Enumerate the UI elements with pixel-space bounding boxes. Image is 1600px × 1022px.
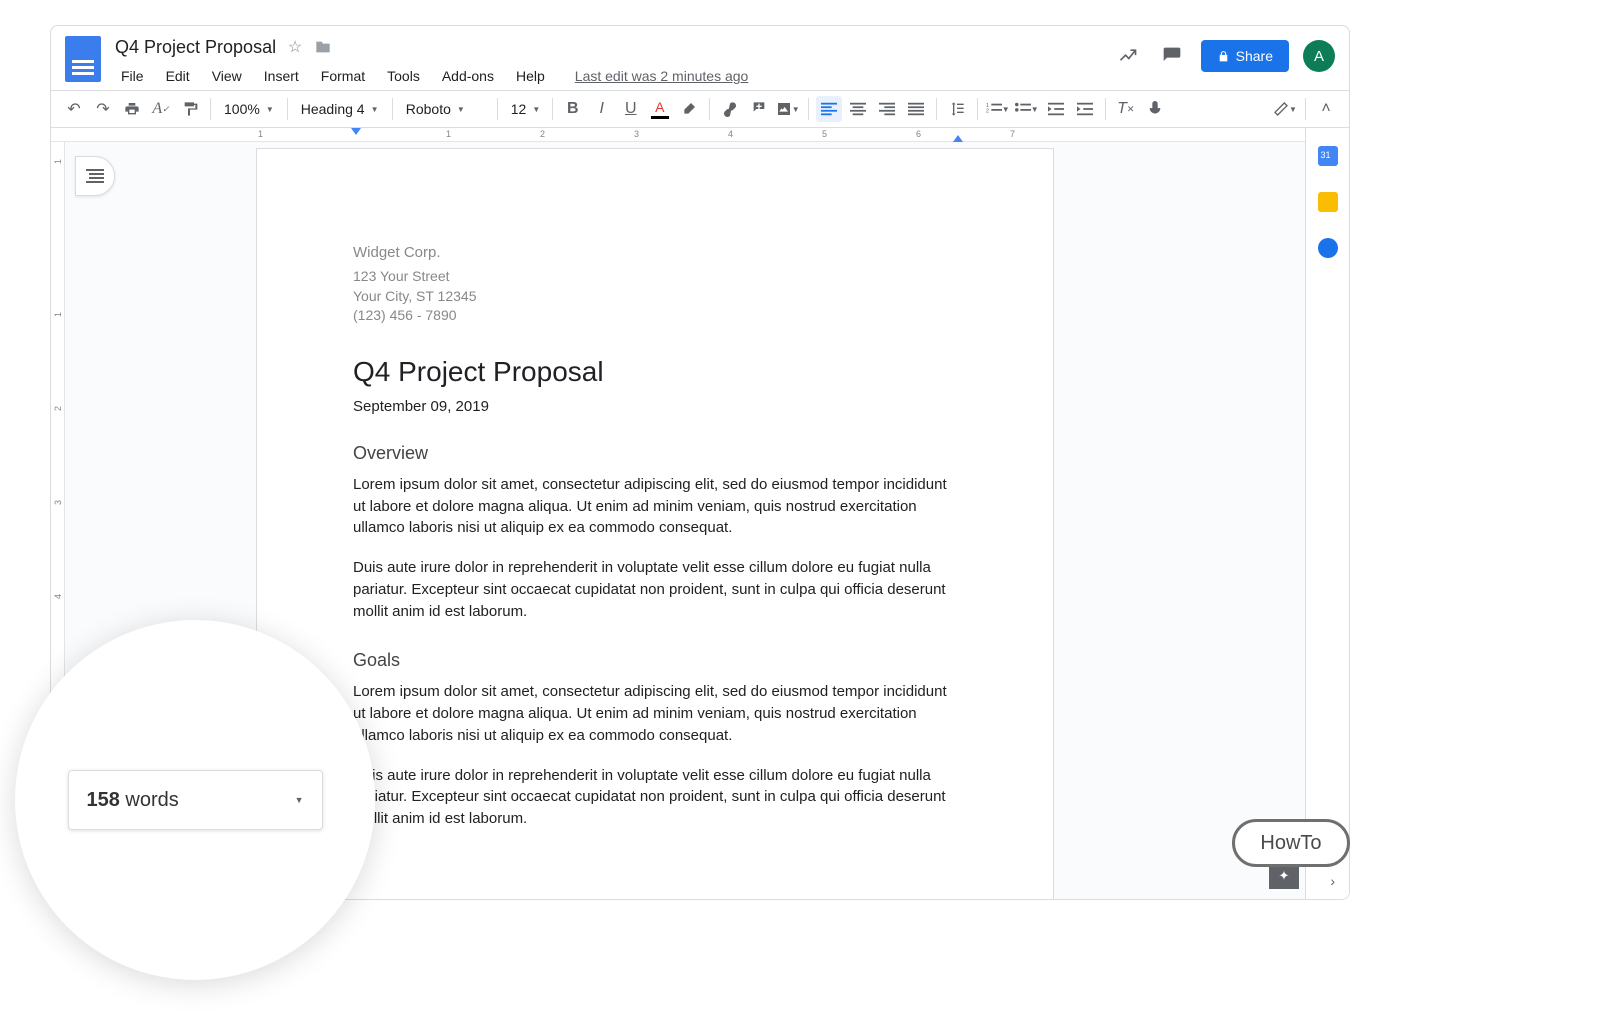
goals-paragraph-2[interactable]: Duis aute irure dolor in reprehenderit i… (353, 765, 957, 830)
spellcheck-button[interactable]: A✓ (148, 96, 174, 122)
insert-link-button[interactable] (717, 96, 743, 122)
print-button[interactable] (119, 96, 145, 122)
address-line-2[interactable]: Your City, ST 12345 (353, 287, 957, 307)
font-select[interactable]: Roboto▼ (400, 101, 490, 117)
highlight-button[interactable] (676, 96, 702, 122)
activity-icon[interactable] (1113, 41, 1143, 71)
underline-button[interactable]: U (618, 96, 644, 122)
clear-formatting-button[interactable]: T✕ (1113, 96, 1139, 122)
align-justify-button[interactable] (903, 96, 929, 122)
tasks-addon-icon[interactable] (1318, 238, 1338, 258)
insert-image-button[interactable]: ▼ (775, 96, 801, 122)
right-indent-marker-icon[interactable] (953, 135, 963, 142)
move-folder-icon[interactable] (314, 38, 332, 56)
doc-date[interactable]: September 09, 2019 (353, 398, 957, 415)
indent-marker-icon[interactable] (351, 128, 361, 135)
overview-paragraph-1[interactable]: Lorem ipsum dolor sit amet, consectetur … (353, 474, 957, 539)
company-name[interactable]: Widget Corp. (353, 244, 957, 261)
bulleted-list-button[interactable]: ▼ (1014, 96, 1040, 122)
document-outline-button[interactable] (75, 156, 115, 196)
voice-typing-button[interactable] (1142, 96, 1168, 122)
word-count-text: 158 words (87, 789, 179, 812)
text-color-button[interactable]: A (647, 96, 673, 122)
align-left-button[interactable] (816, 96, 842, 122)
paragraph-style-select[interactable]: Heading 4▼ (295, 101, 385, 117)
comments-icon[interactable] (1157, 41, 1187, 71)
chevron-down-icon: ▼ (295, 795, 304, 805)
menu-help[interactable]: Help (510, 64, 551, 88)
side-panel: › (1305, 128, 1349, 899)
address-line-1[interactable]: 123 Your Street (353, 267, 957, 287)
word-count-display[interactable]: 158 words ▼ (68, 770, 323, 830)
last-edit-link[interactable]: Last edit was 2 minutes ago (575, 68, 749, 84)
zoom-select[interactable]: 100%▼ (218, 101, 280, 117)
align-right-button[interactable] (874, 96, 900, 122)
align-center-button[interactable] (845, 96, 871, 122)
lock-icon (1217, 50, 1230, 63)
menu-insert[interactable]: Insert (258, 64, 305, 88)
menu-view[interactable]: View (206, 64, 248, 88)
share-button[interactable]: Share (1201, 40, 1289, 72)
line-spacing-button[interactable] (944, 96, 970, 122)
menu-format[interactable]: Format (315, 64, 371, 88)
doc-heading-title[interactable]: Q4 Project Proposal (353, 356, 957, 388)
howto-watermark: HowTo (1232, 819, 1350, 867)
phone[interactable]: (123) 456 - 7890 (353, 306, 957, 326)
collapse-toolbar-button[interactable]: ˄ (1313, 96, 1339, 122)
paint-format-button[interactable] (177, 96, 203, 122)
zoom-lens: 158 words ▼ (15, 620, 375, 980)
toolbar: ↶ ↷ A✓ 100%▼ Heading 4▼ Roboto▼ 12▼ B I … (51, 90, 1349, 128)
calendar-addon-icon[interactable] (1318, 146, 1338, 166)
account-avatar[interactable]: A (1303, 40, 1335, 72)
hide-side-panel-button[interactable]: › (1330, 873, 1335, 889)
heading-goals[interactable]: Goals (353, 650, 957, 671)
menu-addons[interactable]: Add-ons (436, 64, 500, 88)
keep-addon-icon[interactable] (1318, 192, 1338, 212)
menubar: File Edit View Insert Format Tools Add-o… (115, 64, 1113, 88)
redo-button[interactable]: ↷ (90, 96, 116, 122)
italic-button[interactable]: I (589, 96, 615, 122)
share-label: Share (1236, 48, 1273, 64)
numbered-list-button[interactable]: 12▼ (985, 96, 1011, 122)
menu-file[interactable]: File (115, 64, 150, 88)
titlebar: Q4 Project Proposal ☆ File Edit View Ins… (51, 26, 1349, 90)
goals-paragraph-1[interactable]: Lorem ipsum dolor sit amet, consectetur … (353, 681, 957, 746)
heading-overview[interactable]: Overview (353, 443, 957, 464)
bold-button[interactable]: B (560, 96, 586, 122)
star-icon[interactable]: ☆ (286, 38, 304, 56)
docs-logo-icon[interactable] (65, 36, 101, 82)
undo-button[interactable]: ↶ (61, 96, 87, 122)
increase-indent-button[interactable] (1072, 96, 1098, 122)
menu-tools[interactable]: Tools (381, 64, 426, 88)
decrease-indent-button[interactable] (1043, 96, 1069, 122)
horizontal-ruler[interactable]: 1 1 2 3 4 5 6 7 (51, 128, 1349, 142)
overview-paragraph-2[interactable]: Duis aute irure dolor in reprehenderit i… (353, 557, 957, 622)
document-title[interactable]: Q4 Project Proposal (115, 37, 276, 58)
document-page[interactable]: Widget Corp. 123 Your Street Your City, … (256, 148, 1054, 900)
add-comment-button[interactable] (746, 96, 772, 122)
menu-edit[interactable]: Edit (160, 64, 196, 88)
svg-text:2: 2 (986, 109, 989, 115)
editing-mode-button[interactable]: ▼ (1272, 96, 1298, 122)
font-size-select[interactable]: 12▼ (505, 101, 545, 117)
